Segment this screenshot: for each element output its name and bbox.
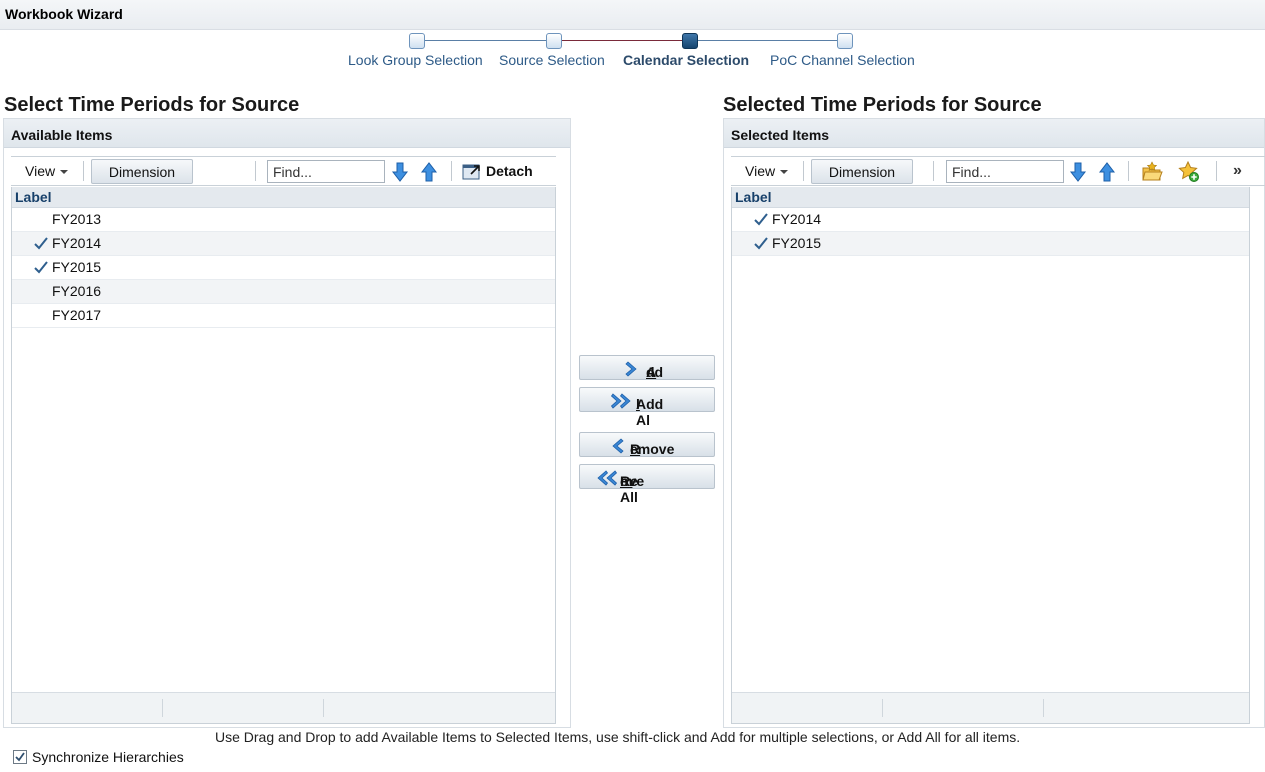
row-label: FY2017: [52, 307, 102, 323]
add-label-rest: dd: [646, 364, 664, 380]
column-header-label[interactable]: Label: [12, 187, 555, 208]
train-stop-source[interactable]: [546, 33, 562, 49]
toolbar-separator: [1128, 161, 1129, 181]
view-menu-label: View: [25, 163, 56, 179]
add-all-mnemonic: l: [636, 396, 640, 412]
checkmark-icon: [15, 752, 25, 762]
available-items-table: Label FY2013 FY2014 FY2015 FY2016 FY2017: [11, 187, 556, 724]
table-row[interactable]: FY2013: [12, 208, 555, 232]
checkbox-box[interactable]: [13, 750, 27, 764]
table-row[interactable]: FY2014: [732, 208, 1249, 232]
chevron-down-icon: [60, 170, 69, 175]
toolbar-separator: [803, 161, 804, 181]
selected-toolbar: View Dimension »: [731, 156, 1265, 186]
toolbar-separator: [83, 161, 84, 181]
train-stop-look-group[interactable]: [409, 33, 425, 49]
toolbar-separator: [933, 161, 934, 181]
row-label: FY2014: [772, 211, 822, 227]
train-connector: [562, 40, 682, 41]
table-footer: [12, 692, 555, 723]
remove-label-rest: emove: [630, 441, 675, 457]
chevron-left-icon: [612, 438, 624, 454]
train-label-calendar: Calendar Selection: [623, 52, 750, 68]
open-folder-icon[interactable]: [1141, 161, 1163, 183]
view-menu[interactable]: View: [745, 163, 789, 179]
wizard-train: Look Group Selection Source Selection Ca…: [0, 30, 1265, 75]
toolbar-separator: [451, 161, 452, 181]
detach-icon: [462, 164, 480, 180]
train-stop-poc-channel[interactable]: [837, 33, 853, 49]
add-all-label-before: Add Al: [636, 396, 664, 428]
double-chevron-left-icon: [597, 470, 618, 486]
add-button[interactable]: Add: [579, 355, 715, 380]
available-items-panel: Available Items View Dimension Detach La…: [3, 118, 571, 728]
toolbar-separator: [1216, 161, 1217, 181]
window-titlebar: Workbook Wizard: [0, 0, 1265, 30]
find-previous-icon[interactable]: [419, 161, 439, 183]
row-label: FY2015: [772, 235, 822, 251]
window-title: Workbook Wizard: [5, 6, 123, 22]
footer-divider: [882, 699, 883, 717]
more-overflow-button[interactable]: »: [1233, 162, 1242, 180]
remove-all-button[interactable]: Re m ove All: [579, 464, 715, 505]
add-favorite-icon[interactable]: [1178, 160, 1199, 183]
synchronize-hierarchies-label: Synchronize Hierarchies: [32, 749, 184, 765]
find-previous-icon[interactable]: [1097, 161, 1117, 183]
table-row[interactable]: FY2016: [12, 280, 555, 304]
checkmark-icon: [754, 237, 768, 250]
available-toolbar: View Dimension Detach: [11, 156, 556, 186]
row-label: FY2016: [52, 283, 102, 299]
double-chevron-right-icon: [611, 393, 631, 409]
find-input[interactable]: [946, 160, 1064, 183]
checkmark-icon: [34, 261, 48, 274]
remove-button[interactable]: Remove: [579, 432, 715, 457]
table-row[interactable]: FY2015: [732, 232, 1249, 256]
train-label-source[interactable]: Source Selection: [499, 52, 605, 68]
find-next-icon[interactable]: [390, 161, 410, 183]
add-all-button[interactable]: Add Al l: [579, 387, 715, 428]
view-menu[interactable]: View: [25, 163, 69, 179]
train-connector: [698, 40, 838, 41]
dimension-button[interactable]: Dimension: [91, 159, 193, 184]
footer-divider: [1043, 699, 1044, 717]
table-row[interactable]: FY2014: [12, 232, 555, 256]
train-connector: [425, 40, 547, 41]
available-panel-header: Available Items: [4, 119, 570, 148]
synchronize-hierarchies-checkbox[interactable]: Synchronize Hierarchies: [13, 749, 184, 765]
table-footer: [732, 692, 1249, 723]
footer-divider: [323, 699, 324, 717]
view-menu-label: View: [745, 163, 776, 179]
selected-panel-header: Selected Items: [724, 119, 1264, 148]
detach-label: Detach: [486, 163, 533, 179]
row-label: FY2015: [52, 259, 102, 275]
train-label-look-group[interactable]: Look Group Selection: [348, 52, 483, 68]
toolbar-separator: [255, 161, 256, 181]
detach-button[interactable]: Detach: [462, 162, 533, 180]
drag-drop-hint: Use Drag and Drop to add Available Items…: [215, 729, 1021, 745]
chevron-down-icon: [780, 170, 789, 175]
footer-divider: [162, 699, 163, 717]
train-stop-calendar: [682, 33, 698, 49]
selected-items-panel: Selected Items View Dimension » Label FY…: [723, 118, 1265, 728]
row-label: FY2013: [52, 211, 102, 227]
selected-items-table: Label FY2014 FY2015: [731, 187, 1250, 724]
table-row[interactable]: FY2015: [12, 256, 555, 280]
available-section-title: Select Time Periods for Source: [4, 94, 300, 116]
checkmark-icon: [34, 237, 48, 250]
selected-section-title: Selected Time Periods for Source: [723, 94, 1042, 116]
table-row[interactable]: FY2017: [12, 304, 555, 328]
row-label: FY2014: [52, 235, 102, 251]
checkmark-icon: [754, 213, 768, 226]
find-input[interactable]: [267, 160, 385, 183]
dimension-button[interactable]: Dimension: [811, 159, 913, 184]
find-next-icon[interactable]: [1068, 161, 1088, 183]
remove-all-label-after: ove All: [620, 473, 645, 505]
column-header-label[interactable]: Label: [732, 187, 1249, 208]
train-label-poc-channel[interactable]: PoC Channel Selection: [770, 52, 915, 68]
chevron-right-icon: [625, 361, 637, 377]
